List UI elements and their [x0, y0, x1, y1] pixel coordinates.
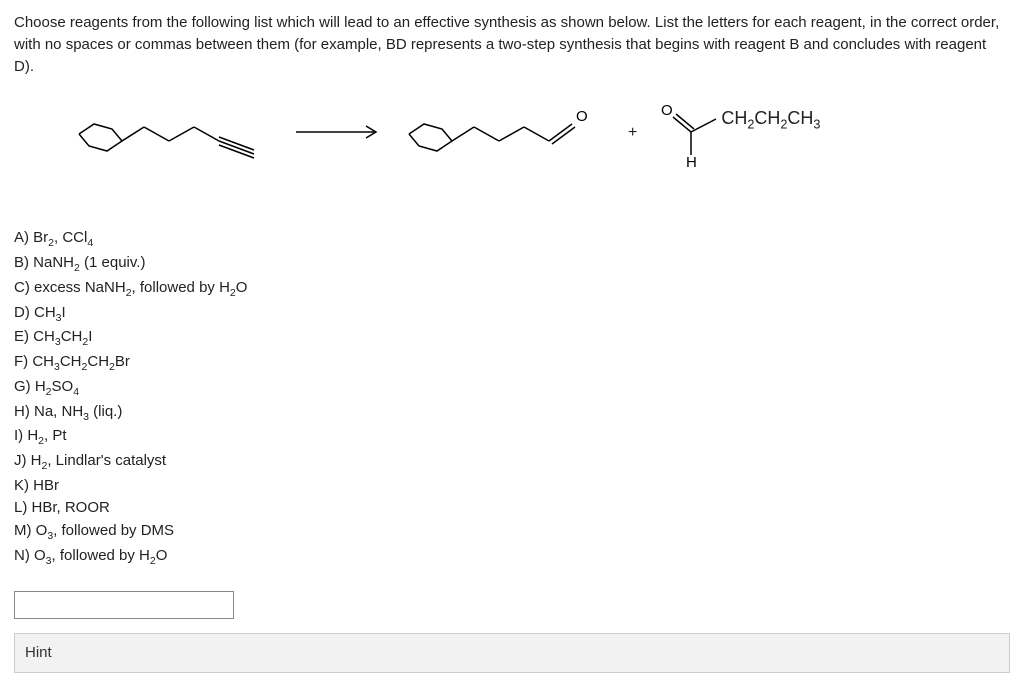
reagent-option: F) CH3CH2CH2Br — [14, 351, 1010, 376]
svg-text:O: O — [576, 108, 588, 125]
reagent-option: B) NaNH2 (1 equiv.) — [14, 252, 1010, 277]
svg-text:H: H — [686, 154, 697, 167]
product2-formula: CH2CH2CH3 — [721, 109, 820, 131]
reagent-option: N) O3, followed by H2O — [14, 545, 1010, 570]
reagent-option: H) Na, NH3 (liq.) — [14, 401, 1010, 426]
reaction-scheme: O + O H CH2CH2CH3 — [74, 97, 1010, 167]
plus-sign: + — [628, 121, 637, 144]
reagent-option: L) HBr, ROOR — [14, 497, 1010, 520]
reagent-option: M) O3, followed by DMS — [14, 520, 1010, 545]
starting-material-structure — [74, 99, 274, 166]
product2-structure: O H CH2CH2CH3 — [661, 97, 820, 167]
reagent-list: A) Br2, CCl4B) NaNH2 (1 equiv.)C) excess… — [14, 227, 1010, 569]
question-instructions: Choose reagents from the following list … — [14, 12, 1010, 77]
reagent-option: A) Br2, CCl4 — [14, 227, 1010, 252]
hint-button[interactable]: Hint — [14, 633, 1010, 673]
reagent-option: G) H2SO4 — [14, 376, 1010, 401]
reagent-option: J) H2, Lindlar's catalyst — [14, 450, 1010, 475]
reagent-option: K) HBr — [14, 475, 1010, 498]
svg-text:O: O — [661, 102, 673, 119]
answer-input[interactable] — [14, 591, 234, 619]
reagent-option: E) CH3CH2I — [14, 326, 1010, 351]
reagent-option: I) H2, Pt — [14, 425, 1010, 450]
reaction-arrow-icon — [294, 122, 384, 142]
reagent-option: D) CH3I — [14, 302, 1010, 327]
reagent-option: C) excess NaNH2, followed by H2O — [14, 277, 1010, 302]
product1-structure: O — [404, 99, 604, 166]
